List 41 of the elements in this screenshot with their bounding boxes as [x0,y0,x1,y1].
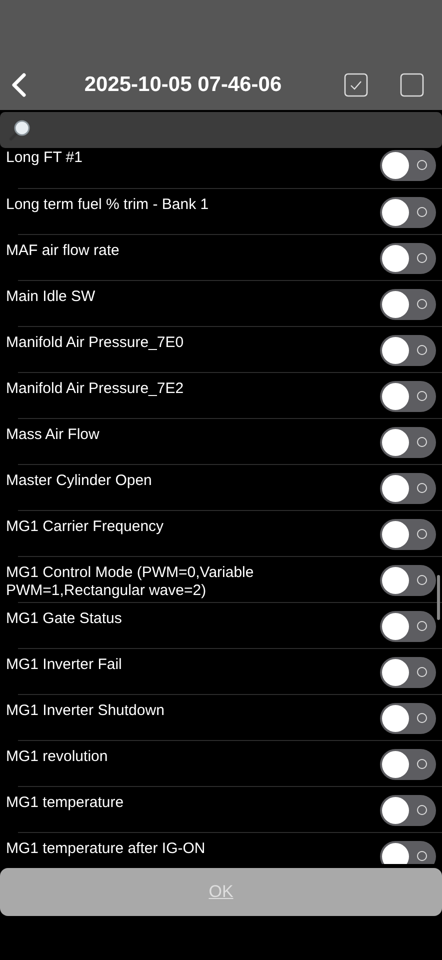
toggle-switch[interactable] [380,335,436,366]
row-label: Main Idle SW [6,287,96,306]
scrollbar [437,575,440,620]
square-icon [400,73,424,97]
row-label: MG1 Gate Status [6,609,123,628]
row-label: Long FT #1 [6,148,84,167]
row-label: MG1 temperature after IG-ON [6,839,206,858]
row-label: Long term fuel % trim - Bank 1 [6,195,210,214]
search-icon [8,118,32,142]
toggle-switch[interactable] [380,841,436,864]
row-label: Mass Air Flow [6,425,100,444]
search-field[interactable] [0,112,442,148]
row-label: MG1 temperature [6,793,125,812]
row-label: MG1 Inverter Shutdown [6,701,166,720]
toggle-switch[interactable] [380,150,436,181]
row-label: Manifold Air Pressure_7E0 [6,333,185,352]
row-label: MG1 revolution [6,747,109,766]
toggle-switch[interactable] [380,381,436,412]
row-label: Manifold Air Pressure_7E2 [6,379,185,398]
row-label: MAF air flow rate [6,241,120,260]
toggle-switch[interactable] [380,703,436,734]
row-label: MG1 Inverter Fail [6,655,123,674]
row-label: MG1 Control Mode (PWM=0,Variable PWM=1,Rectangular wave=2) [6,563,255,600]
row-label: Master Cylinder Open [6,471,153,490]
row-label: MG1 Carrier Frequency [6,517,165,536]
toggle-switch[interactable] [380,565,436,596]
select-all-button[interactable] [344,73,368,97]
toggle-switch[interactable] [380,749,436,780]
toggle-switch[interactable] [380,243,436,274]
chevron-left-icon [10,72,28,98]
toggle-switch[interactable] [380,289,436,320]
deselect-all-button[interactable] [400,73,424,97]
checkmark-box-icon [344,73,368,97]
toggle-switch[interactable] [380,519,436,550]
toggle-switch[interactable] [380,795,436,826]
toggle-switch[interactable] [380,427,436,458]
toggle-switch[interactable] [380,657,436,688]
toggle-switch[interactable] [380,473,436,504]
toggle-switch[interactable] [380,611,436,642]
header-title: 2025-10-05 07-46-06 [83,73,283,97]
toggle-switch[interactable] [380,197,436,228]
